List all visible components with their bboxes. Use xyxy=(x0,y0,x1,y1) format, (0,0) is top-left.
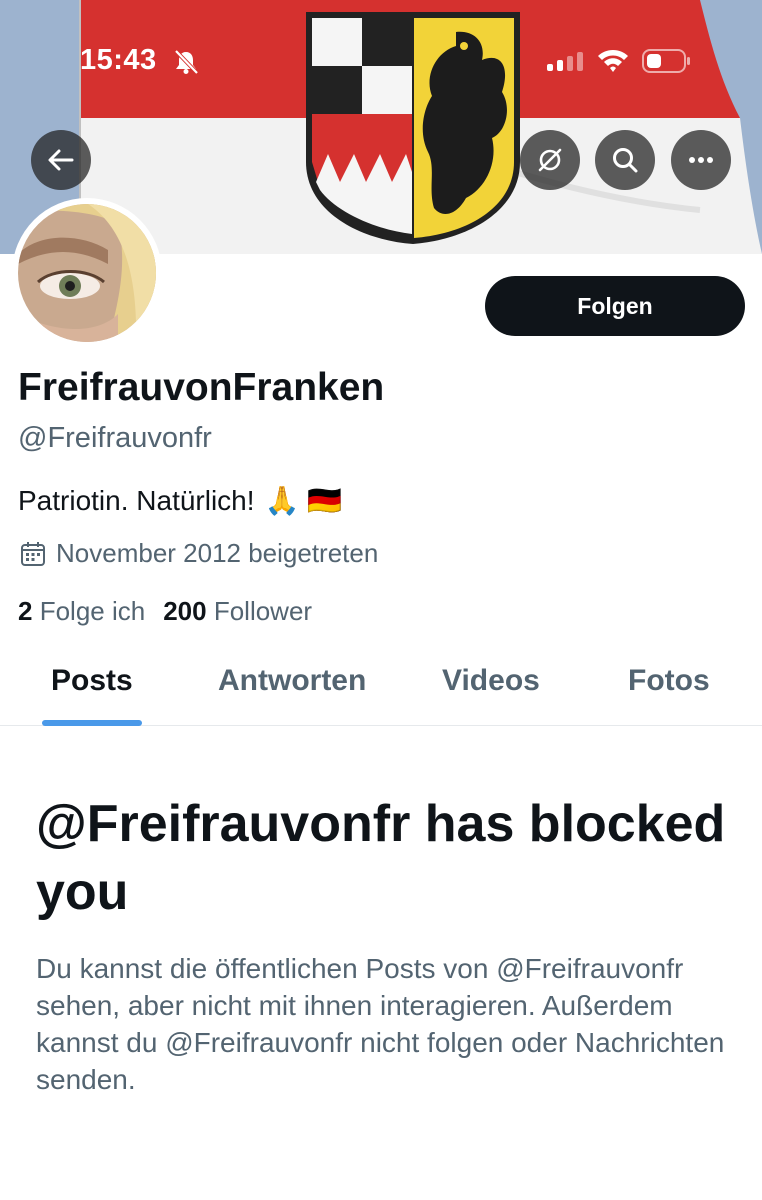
calendar-icon xyxy=(21,541,45,566)
joined-text: November 2012 beigetreten xyxy=(56,538,379,568)
tab-fotos[interactable]: Fotos xyxy=(628,664,710,698)
profile-handle: @Freifrauvonfr xyxy=(18,422,212,454)
blocked-title: @Freifrauvonfr has blocked you xyxy=(36,795,726,921)
bell-muted-icon xyxy=(174,49,199,75)
avatar-photo xyxy=(18,204,156,342)
more-options-button[interactable] xyxy=(671,130,731,190)
followers-count: 200 xyxy=(163,596,207,626)
signal-icon xyxy=(547,52,583,71)
blocked-description: Du kannst die öffentlichen Posts von @Fr… xyxy=(36,953,725,1095)
active-tab-indicator xyxy=(42,720,142,726)
status-bar: 15:43 xyxy=(0,38,762,84)
battery-icon xyxy=(642,49,690,73)
following-label: Folge ich xyxy=(39,596,146,626)
follow-stats: 2 Folge ich 200 Follower xyxy=(18,596,312,627)
status-time: 15:43 xyxy=(80,44,157,76)
following-link[interactable]: 2 Folge ich xyxy=(18,596,145,626)
back-button[interactable] xyxy=(31,130,91,190)
display-name: FreifrauvonFranken xyxy=(18,366,385,409)
tab-videos[interactable]: Videos xyxy=(442,664,540,698)
arrow-left-icon xyxy=(48,149,74,171)
tab-antworten[interactable]: Antworten xyxy=(218,664,366,698)
following-count: 2 xyxy=(18,596,33,626)
more-dots-icon xyxy=(689,157,713,163)
follow-button[interactable]: Folgen xyxy=(485,276,745,336)
bio-emojis: 🙏 🇩🇪 xyxy=(264,485,343,516)
search-icon xyxy=(613,148,638,173)
followers-label: Follower xyxy=(213,596,313,626)
profile-bio: Patriotin. Natürlich! 🙏 🇩🇪 xyxy=(18,484,342,517)
profile-tabs: Posts Antworten Videos Fotos xyxy=(0,648,762,726)
joined-date: November 2012 beigetreten xyxy=(20,538,378,569)
bio-text: Patriotin. Natürlich! xyxy=(18,484,255,516)
search-button[interactable] xyxy=(595,130,655,190)
avatar[interactable] xyxy=(12,198,162,348)
tab-posts[interactable]: Posts xyxy=(51,664,133,698)
hide-profile-button[interactable] xyxy=(520,130,580,190)
followers-link[interactable]: 200 Follower xyxy=(163,596,312,626)
wifi-icon xyxy=(598,50,628,72)
circle-slash-icon xyxy=(538,148,562,172)
